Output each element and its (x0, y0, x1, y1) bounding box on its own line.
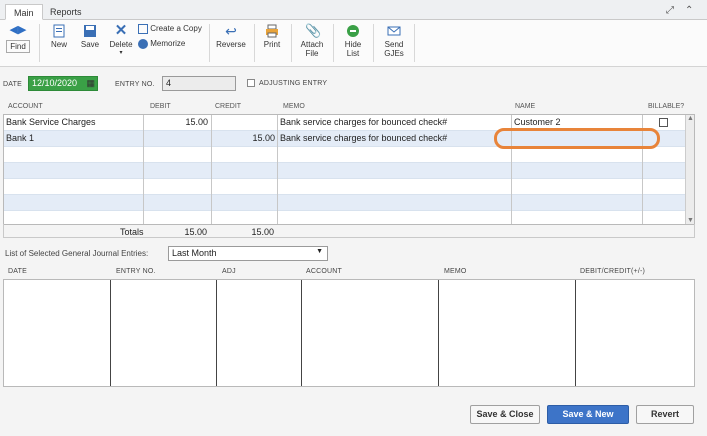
adjusting-entry-checkbox[interactable] (247, 79, 255, 87)
reverse-arrow-icon: ↩ (225, 23, 237, 39)
prev-next-arrows-icon: ◀▶ (9, 24, 27, 36)
collapse-icon[interactable]: ⌃ (685, 5, 693, 16)
toolbar: ◀▶ Find New Save ✕ Delete ▾ Create a Cop… (0, 20, 707, 67)
hide-list-button[interactable]: Hide List (340, 24, 366, 58)
reverse-button[interactable]: ↩ Reverse (215, 24, 247, 49)
col-billable: BILLABLE? (648, 103, 685, 110)
entry-no-label: ENTRY NO. (115, 81, 155, 88)
delete-x-icon: ✕ (114, 22, 128, 39)
printer-icon (266, 24, 278, 38)
list-col-adj: ADJ (222, 268, 236, 275)
new-button[interactable]: New (48, 24, 70, 49)
date-label: DATE (3, 81, 22, 88)
scroll-down-icon[interactable]: ▼ (687, 217, 694, 224)
find-button[interactable]: ◀▶ Find (4, 24, 32, 53)
list-label: List of Selected General Journal Entries… (5, 249, 149, 258)
table-row[interactable] (4, 163, 685, 179)
list-col-debit-credit: DEBIT/CREDIT(+/-) (580, 268, 646, 275)
save-new-button[interactable]: Save & New (547, 405, 629, 424)
copy-icon (138, 24, 148, 34)
col-account: ACCOUNT (8, 103, 43, 110)
col-credit: CREDIT (215, 103, 242, 110)
tab-bar: Main Reports ⤢ ⌃ (0, 0, 707, 20)
print-button[interactable]: Print (260, 24, 284, 49)
calendar-icon[interactable]: ▦ (86, 78, 95, 89)
entries-list[interactable] (3, 279, 695, 387)
list-col-memo: MEMO (444, 268, 467, 275)
list-col-entry: ENTRY NO. (116, 268, 156, 275)
list-filter-select[interactable]: Last Month ▼ (168, 246, 328, 261)
table-row[interactable] (4, 147, 685, 163)
scroll-up-icon[interactable]: ▲ (687, 115, 694, 122)
list-col-account: ACCOUNT (306, 268, 343, 275)
delete-button[interactable]: ✕ Delete ▾ (108, 22, 134, 58)
hide-list-circle-icon (347, 25, 359, 37)
col-debit: DEBIT (150, 103, 171, 110)
revert-button[interactable]: Revert (636, 405, 694, 424)
col-memo: MEMO (283, 103, 305, 110)
chevron-down-icon: ▼ (316, 248, 323, 255)
save-button[interactable]: Save (78, 24, 102, 49)
adjusting-entry-label: ADJUSTING ENTRY (259, 80, 328, 87)
list-col-date: DATE (8, 268, 27, 275)
date-field[interactable]: 12/10/2020 ▦ (28, 76, 98, 91)
save-close-button[interactable]: Save & Close (470, 405, 540, 424)
table-row[interactable] (4, 179, 685, 195)
attach-file-button[interactable]: 📎 Attach File (298, 23, 326, 59)
create-copy-button[interactable]: Create a Copy (138, 24, 204, 34)
paperclip-icon: 📎 (305, 23, 322, 38)
table-row[interactable] (4, 195, 685, 211)
entry-no-field[interactable]: 4 (162, 76, 236, 91)
dropdown-arrow-icon: ▾ (119, 50, 123, 56)
save-disk-icon (84, 25, 96, 37)
memorize-button[interactable]: Memorize (138, 39, 204, 49)
tab-reports[interactable]: Reports (42, 4, 90, 20)
memorize-icon (138, 39, 148, 49)
send-envelope-icon (387, 26, 401, 36)
send-gjes-button[interactable]: Send GJEs (380, 24, 408, 58)
tab-main[interactable]: Main (5, 4, 43, 20)
grid-scrollbar[interactable]: ▲ ▼ (685, 115, 694, 224)
col-name: NAME (515, 103, 536, 110)
new-document-icon (53, 24, 65, 38)
billable-checkbox[interactable] (659, 118, 668, 127)
expand-icon[interactable]: ⤢ (666, 5, 674, 16)
highlight-annotation (494, 128, 660, 149)
